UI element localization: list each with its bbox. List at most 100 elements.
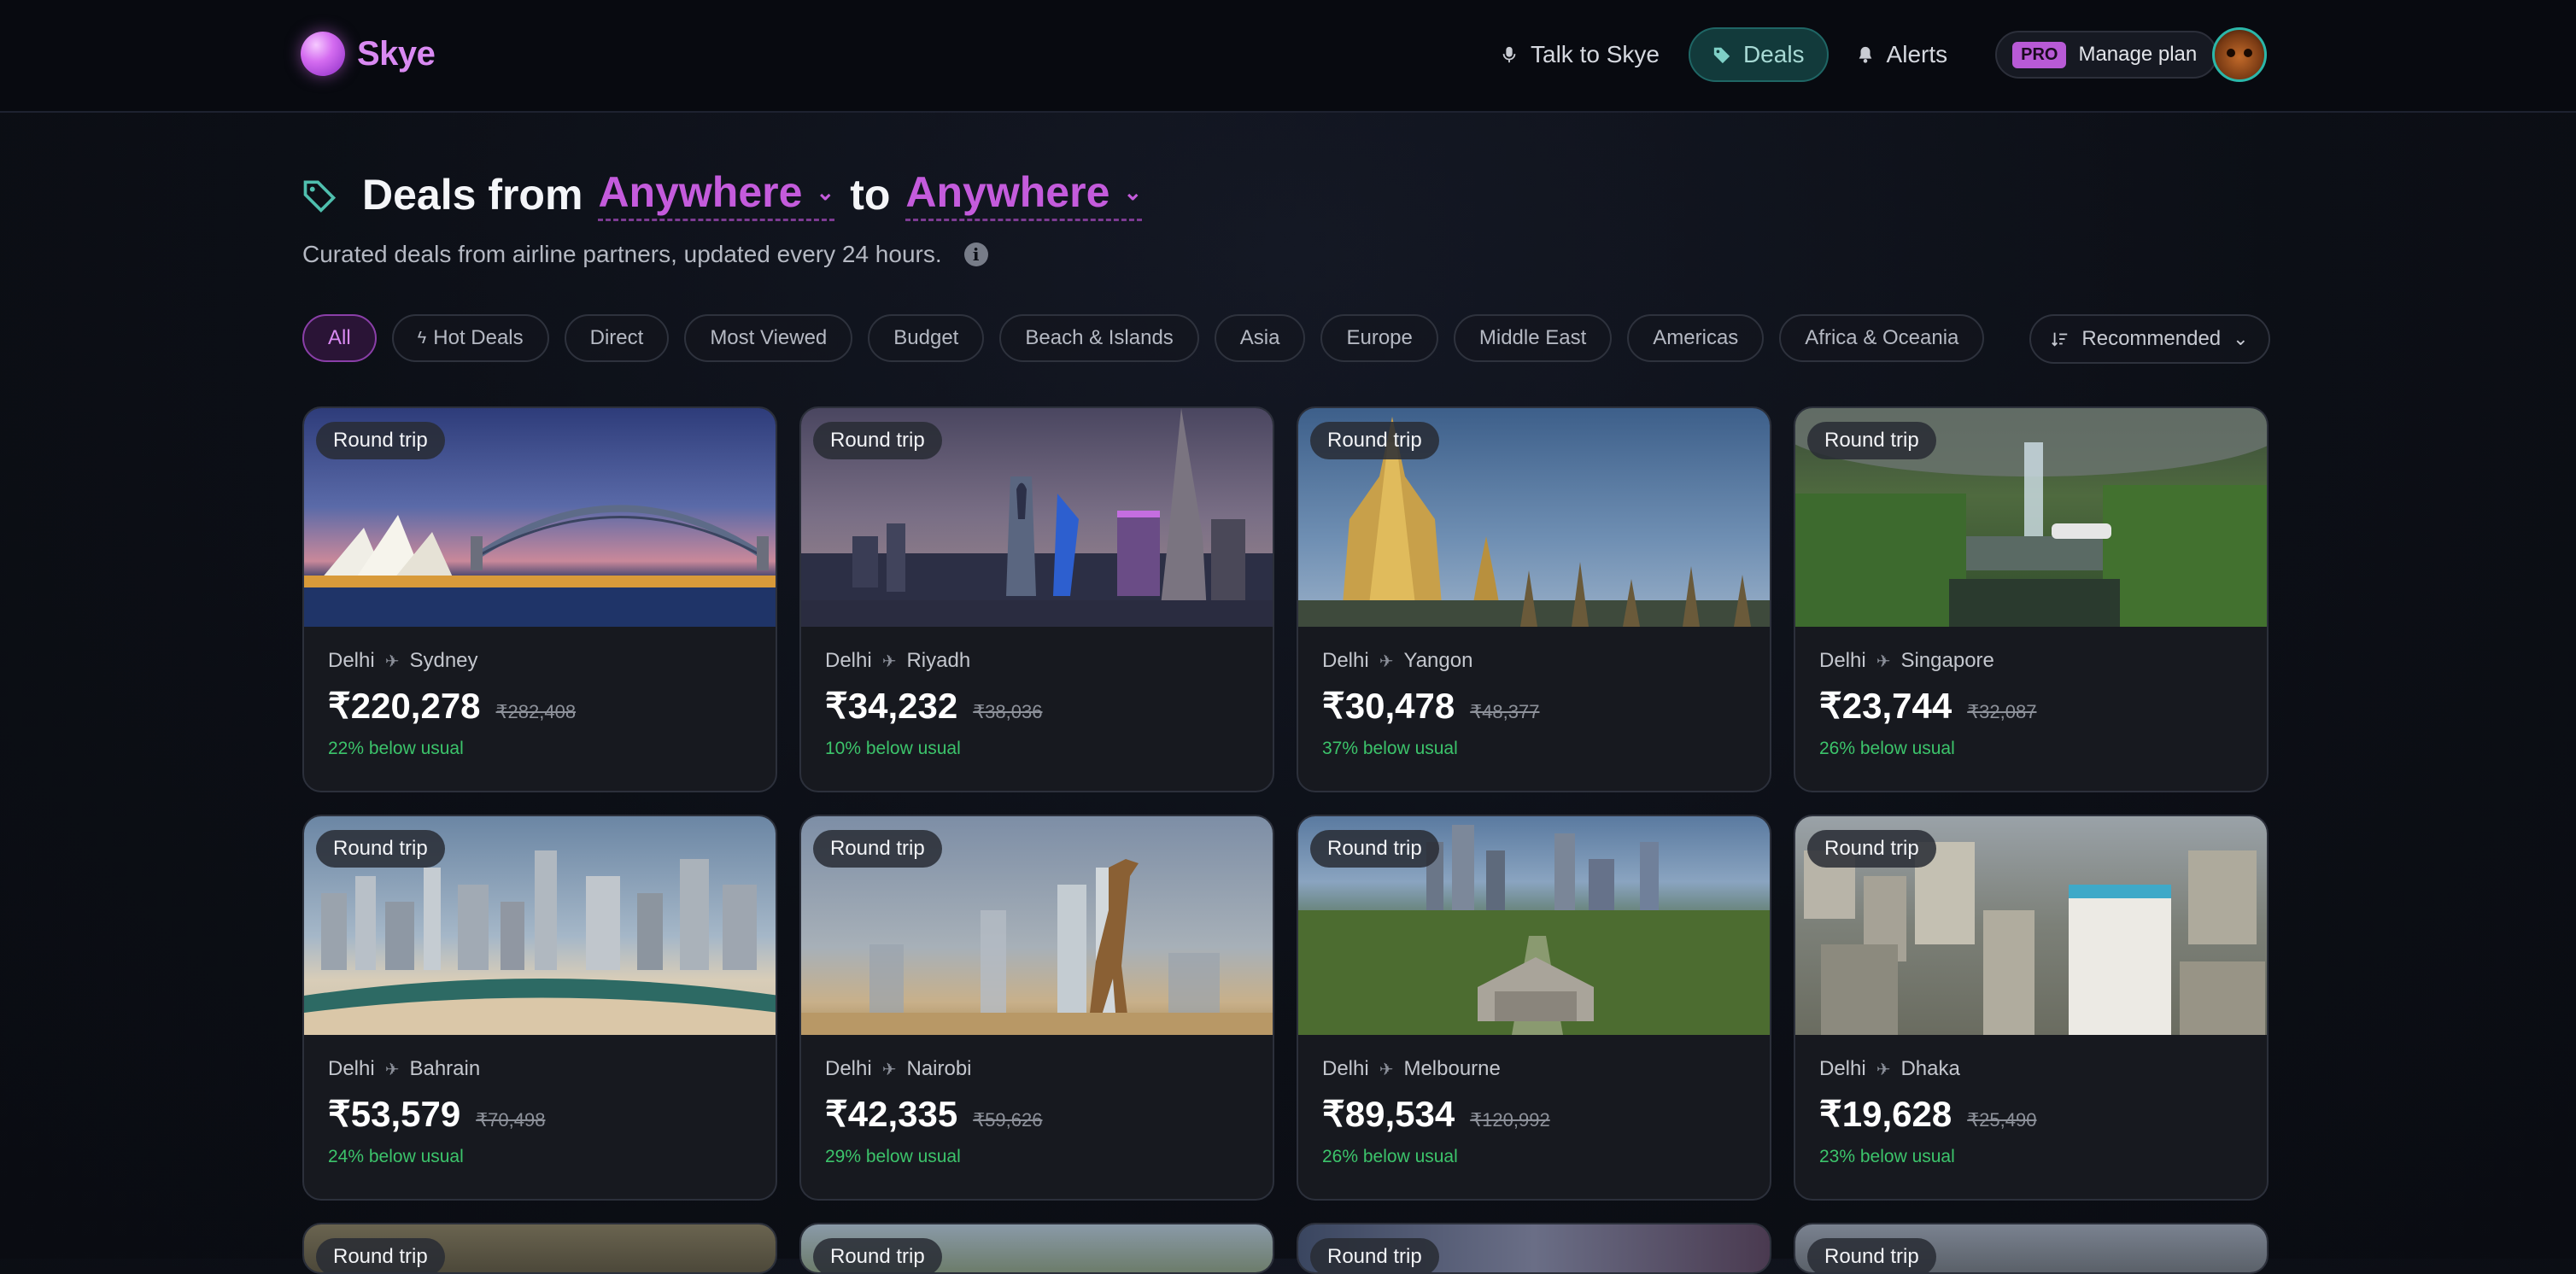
pro-badge: PRO xyxy=(2012,41,2067,68)
chip-label: Europe xyxy=(1346,326,1413,349)
origin-city: Delhi xyxy=(328,649,375,672)
trip-type-badge: Round trip xyxy=(1310,1238,1439,1272)
deal-price: ₹220,278 xyxy=(328,686,481,726)
destination-city: Riyadh xyxy=(906,649,971,672)
microphone-icon xyxy=(1502,46,1516,63)
destination-photo: Round trip xyxy=(1795,1224,2267,1272)
origin-selector[interactable]: Anywhere ⌄ xyxy=(598,167,835,221)
user-avatar[interactable] xyxy=(2212,27,2267,82)
talk-label: Talk to Skye xyxy=(1531,41,1660,67)
origin-value: Anywhere xyxy=(598,168,803,216)
talk-to-skye-link[interactable]: Talk to Skye xyxy=(1478,29,1682,80)
chip-label: Hot Deals xyxy=(433,326,524,349)
route: Delhi ✈ Riyadh xyxy=(825,649,1249,673)
trip-type-badge: Round trip xyxy=(813,422,942,459)
destination-photo: Round trip xyxy=(304,1224,776,1272)
usual-price: ₹282,408 xyxy=(495,701,577,722)
airplane-icon: ✈ xyxy=(384,1060,400,1079)
chevron-down-icon: ⌄ xyxy=(1123,178,1143,205)
filter-chip-europe[interactable]: Europe xyxy=(1320,314,1438,362)
deal-card[interactable]: Round trip Delhi ✈ Bahrain ₹53,579 ₹70,498 … xyxy=(302,815,777,1201)
savings-label: 29% below usual xyxy=(825,1147,961,1166)
deal-card[interactable]: Round trip xyxy=(799,1223,1274,1274)
route: Delhi ✈ Melbourne xyxy=(1322,1057,1746,1081)
savings-label: 10% below usual xyxy=(825,739,961,758)
deal-card[interactable]: Round trip Delhi ✈ Yangon ₹30,478 ₹48,377 3… xyxy=(1297,406,1771,792)
deals-link[interactable]: Deals xyxy=(1688,27,1829,82)
filter-chip-asia[interactable]: Asia xyxy=(1214,314,1306,362)
chip-label: Most Viewed xyxy=(710,326,828,349)
filter-chip-americas[interactable]: Americas xyxy=(1627,314,1765,362)
trip-type-badge: Round trip xyxy=(813,1238,942,1272)
deal-card[interactable]: Round trip Delhi ✈ Singapore ₹23,744 ₹32,08… xyxy=(1794,406,2269,792)
trip-type-badge: Round trip xyxy=(316,830,445,868)
trip-type-badge: Round trip xyxy=(1310,830,1439,868)
chip-label: Africa & Oceania xyxy=(1805,326,1959,349)
deal-card[interactable]: Round trip Delhi ✈ Nairobi ₹42,335 ₹59,626 … xyxy=(799,815,1274,1201)
chip-label: Direct xyxy=(589,326,644,349)
filter-chip-beach-islands[interactable]: Beach & Islands xyxy=(999,314,1199,362)
page-subtitle: Curated deals from airline partners, upd… xyxy=(302,241,988,268)
filter-chip-africa-oceania[interactable]: Africa & Oceania xyxy=(1779,314,1985,362)
trip-type-badge: Round trip xyxy=(1807,422,1936,459)
destination-photo: Round trip xyxy=(1795,816,2267,1035)
usual-price: ₹32,087 xyxy=(1967,701,2037,722)
usual-price: ₹70,498 xyxy=(476,1109,546,1131)
app-logo[interactable]: Skye xyxy=(301,32,436,76)
origin-city: Delhi xyxy=(1322,1057,1369,1080)
bolt-icon: ϟ xyxy=(417,328,427,348)
route: Delhi ✈ Dhaka xyxy=(1819,1057,2243,1081)
filter-chip-all[interactable]: All xyxy=(302,314,377,362)
trip-type-badge: Round trip xyxy=(1310,422,1439,459)
filter-chip-most-viewed[interactable]: Most Viewed xyxy=(684,314,853,362)
route: Delhi ✈ Sydney xyxy=(328,649,752,673)
deal-price: ₹30,478 xyxy=(1322,686,1455,726)
trip-type-badge: Round trip xyxy=(316,422,445,459)
origin-city: Delhi xyxy=(1819,1057,1866,1080)
destination-photo: Round trip xyxy=(1795,408,2267,627)
filter-chips: All ϟ Hot Deals Direct Most Viewed Budget… xyxy=(302,314,1985,362)
tag-icon xyxy=(1713,47,1730,64)
airplane-icon: ✈ xyxy=(881,652,897,671)
info-icon[interactable]: i xyxy=(963,243,988,266)
savings-label: 23% below usual xyxy=(1819,1147,1955,1166)
chip-label: Beach & Islands xyxy=(1025,326,1174,349)
destination-photo: Round trip xyxy=(1298,816,1770,1035)
deal-card[interactable]: Round trip Delhi ✈ Sydney ₹220,278 ₹282,408… xyxy=(302,406,777,792)
savings-label: 22% below usual xyxy=(328,739,464,758)
origin-city: Delhi xyxy=(825,649,872,672)
filter-chip-direct[interactable]: Direct xyxy=(564,314,670,362)
usual-price: ₹38,036 xyxy=(973,701,1043,722)
airplane-icon: ✈ xyxy=(1876,652,1891,671)
destination-city: Yangon xyxy=(1403,649,1473,672)
filter-chip-hot-deals[interactable]: ϟ Hot Deals xyxy=(391,314,549,362)
page-title: Deals from Anywhere ⌄ to Anywhere ⌄ xyxy=(301,167,1143,221)
sort-dropdown[interactable]: Recommended ⌄ xyxy=(2029,314,2270,364)
chevron-down-icon: ⌄ xyxy=(816,178,835,205)
destination-city: Nairobi xyxy=(906,1057,972,1080)
deal-card[interactable]: Round trip xyxy=(1297,1223,1771,1274)
route: Delhi ✈ Singapore xyxy=(1819,649,2243,673)
destination-selector[interactable]: Anywhere ⌄ xyxy=(905,167,1143,221)
manage-plan-button[interactable]: PRO Manage plan xyxy=(1995,31,2218,79)
deal-card[interactable]: Round trip xyxy=(302,1223,777,1274)
chip-label: Budget xyxy=(893,326,959,349)
deal-card[interactable]: Round trip Delhi ✈ Riyadh ₹34,232 ₹38,036 1… xyxy=(799,406,1274,792)
deal-card[interactable]: Round trip Delhi ✈ Dhaka ₹19,628 ₹25,490 23… xyxy=(1794,815,2269,1201)
usual-price: ₹48,377 xyxy=(1470,701,1540,722)
deal-price: ₹23,744 xyxy=(1819,686,1952,726)
deal-price: ₹42,335 xyxy=(825,1094,958,1134)
deal-card[interactable]: Round trip xyxy=(1794,1223,2269,1274)
chip-label: All xyxy=(328,326,351,349)
deal-price: ₹19,628 xyxy=(1819,1094,1952,1134)
deal-card[interactable]: Round trip Delhi ✈ Melbourne ₹89,534 ₹120,9… xyxy=(1297,815,1771,1201)
savings-label: 26% below usual xyxy=(1322,1147,1458,1166)
sort-label: Recommended xyxy=(2081,327,2222,350)
filter-chip-middle-east[interactable]: Middle East xyxy=(1453,314,1613,362)
manage-label: Manage plan xyxy=(2078,43,2198,66)
filter-chip-budget[interactable]: Budget xyxy=(868,314,985,362)
airplane-icon: ✈ xyxy=(1876,1060,1891,1079)
route: Delhi ✈ Nairobi xyxy=(825,1057,1249,1081)
top-bar: Skye Talk to Skye Deals Alerts PRO Manag… xyxy=(0,0,2576,113)
alerts-link[interactable]: Alerts xyxy=(1834,29,1970,80)
